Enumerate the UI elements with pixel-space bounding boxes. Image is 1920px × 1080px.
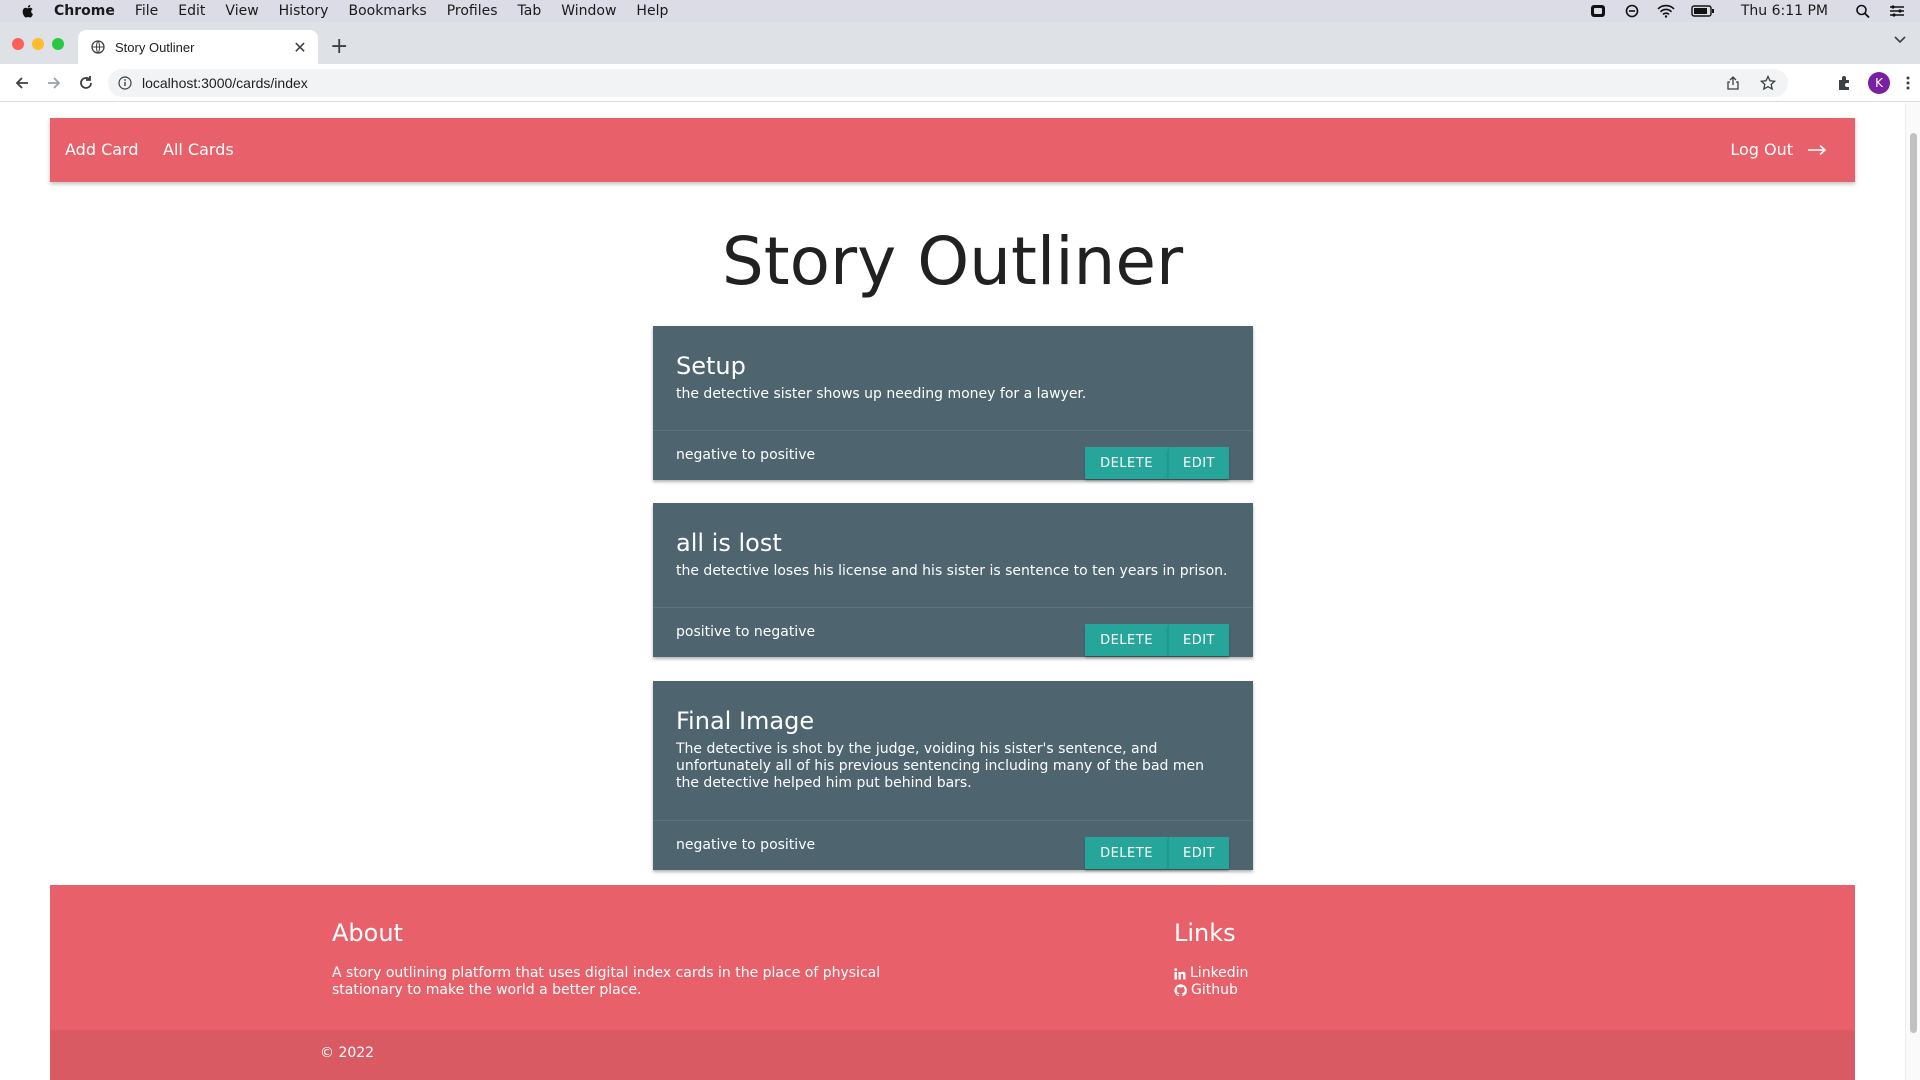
apple-icon[interactable] <box>20 3 36 19</box>
page-footer: About A story outlining platform that us… <box>50 885 1855 1080</box>
github-icon <box>1174 984 1187 997</box>
footer-copyright-bar: © 2022 <box>50 1030 1855 1080</box>
reload-button[interactable] <box>76 73 96 93</box>
story-card: all is lost the detective loses his lice… <box>653 503 1253 657</box>
card-value-arc: positive to negative <box>676 624 816 640</box>
tab-title: Story Outliner <box>115 39 195 55</box>
card-description: the detective sister shows up needing mo… <box>676 386 1087 402</box>
card-title: Final Image <box>676 707 815 735</box>
card-action-bar: negative to positive DELETE EDIT <box>653 820 1253 870</box>
card-content: all is lost the detective loses his lice… <box>653 503 1253 580</box>
spotlight-search-icon[interactable] <box>1854 4 1872 18</box>
card-buttons: DELETE EDIT <box>1085 837 1229 869</box>
card-title: all is lost <box>676 529 782 557</box>
scrollbar-thumb[interactable] <box>1910 133 1917 1033</box>
page-scrollbar[interactable] <box>1905 103 1920 1080</box>
battery-icon[interactable] <box>1691 4 1715 18</box>
menu-window[interactable]: Window <box>561 3 616 19</box>
story-card: Final Image The detective is shot by the… <box>653 681 1253 870</box>
new-tab-button[interactable]: + <box>330 34 348 59</box>
globe-icon <box>91 40 105 54</box>
menu-help[interactable]: Help <box>636 3 668 19</box>
card-action-bar: positive to negative DELETE EDIT <box>653 607 1253 657</box>
footer-about-heading: About <box>332 919 403 947</box>
arrow-left-icon <box>15 76 28 89</box>
window-controls <box>12 38 64 50</box>
more-menu-icon[interactable] <box>1906 75 1910 91</box>
page-viewport: Add Card All Cards Log Out Story Outline… <box>0 103 1920 1080</box>
card-content: Final Image The detective is shot by the… <box>653 681 1253 792</box>
profile-avatar[interactable]: K <box>1868 72 1890 94</box>
card-title: Setup <box>676 352 746 380</box>
menubar-status-area: Thu 6:11 PM <box>1589 0 1906 22</box>
footer-links-list: Linkedin Github <box>1174 965 1248 999</box>
logout-link[interactable]: Log Out <box>1730 140 1827 159</box>
arrow-right-icon <box>48 76 61 89</box>
mac-menubar: Chrome File Edit View History Bookmarks … <box>0 0 1920 22</box>
footer-about-text: A story outlining platform that uses dig… <box>332 965 881 998</box>
menu-view[interactable]: View <box>225 3 258 19</box>
menubar-clock[interactable]: Thu 6:11 PM <box>1741 3 1828 19</box>
url-text[interactable]: localhost:3000/cards/index <box>142 75 308 91</box>
menu-edit[interactable]: Edit <box>178 3 205 19</box>
delete-button[interactable]: DELETE <box>1085 837 1168 869</box>
arrow-right-icon <box>1808 144 1827 155</box>
browser-tab[interactable]: Story Outliner ✕ <box>78 30 318 64</box>
card-buttons: DELETE EDIT <box>1085 447 1229 479</box>
card-description: The detective is shot by the judge, void… <box>676 741 1204 791</box>
control-center-icon[interactable] <box>1888 4 1906 18</box>
linkedin-icon <box>1174 967 1186 979</box>
address-bar[interactable]: localhost:3000/cards/index <box>108 69 1788 97</box>
card-description: the detective loses his license and his … <box>676 563 1228 579</box>
nav-add-card-link[interactable]: Add Card <box>65 140 139 159</box>
menu-tab[interactable]: Tab <box>518 3 542 19</box>
browser-tab-strip: Story Outliner ✕ + <box>0 22 1920 64</box>
omnibox-actions <box>1726 69 1776 97</box>
github-link[interactable]: Github <box>1174 982 1248 999</box>
extensions-puzzle-icon[interactable] <box>1836 75 1852 91</box>
edit-button[interactable]: EDIT <box>1168 624 1229 656</box>
menu-bookmarks[interactable]: Bookmarks <box>348 3 426 19</box>
back-button[interactable] <box>12 73 32 93</box>
share-icon[interactable] <box>1726 76 1740 90</box>
wifi-icon[interactable] <box>1657 4 1675 18</box>
github-label: Github <box>1191 982 1238 998</box>
edit-button[interactable]: EDIT <box>1168 447 1229 479</box>
delete-button[interactable]: DELETE <box>1085 447 1168 479</box>
linkedin-link[interactable]: Linkedin <box>1174 965 1248 982</box>
delete-button[interactable]: DELETE <box>1085 624 1168 656</box>
story-card: Setup the detective sister shows up need… <box>653 326 1253 480</box>
bookmark-star-icon[interactable] <box>1760 75 1776 91</box>
page-title: Story Outliner <box>721 223 1184 300</box>
card-value-arc: negative to positive <box>676 447 816 463</box>
nav-all-cards-link[interactable]: All Cards <box>163 140 234 159</box>
toolbar-actions: K <box>1836 64 1910 102</box>
card-buttons: DELETE EDIT <box>1085 624 1229 656</box>
app-navbar: Add Card All Cards Log Out <box>50 118 1855 182</box>
browser-toolbar: localhost:3000/cards/index K <box>0 64 1920 102</box>
edit-button[interactable]: EDIT <box>1168 837 1229 869</box>
logout-label: Log Out <box>1730 140 1793 159</box>
close-window-button[interactable] <box>12 38 24 50</box>
sync-icon[interactable] <box>1623 4 1641 18</box>
zoom-window-button[interactable] <box>52 38 64 50</box>
close-tab-icon[interactable]: ✕ <box>290 38 310 57</box>
menu-app-name[interactable]: Chrome <box>54 3 115 19</box>
card-action-bar: negative to positive DELETE EDIT <box>653 430 1253 480</box>
menu-history[interactable]: History <box>279 3 329 19</box>
info-icon[interactable] <box>118 76 132 90</box>
tab-search-icon[interactable] <box>1894 36 1906 44</box>
card-value-arc: negative to positive <box>676 837 816 853</box>
menu-profiles[interactable]: Profiles <box>447 3 498 19</box>
footer-links-heading: Links <box>1174 919 1236 947</box>
footer-copyright: © 2022 <box>320 1045 375 1061</box>
minimize-window-button[interactable] <box>32 38 44 50</box>
reload-icon <box>80 75 92 89</box>
screen-record-icon[interactable] <box>1589 4 1607 18</box>
linkedin-label: Linkedin <box>1190 965 1249 981</box>
card-content: Setup the detective sister shows up need… <box>653 326 1253 403</box>
menu-file[interactable]: File <box>135 3 158 19</box>
forward-button[interactable] <box>44 73 64 93</box>
